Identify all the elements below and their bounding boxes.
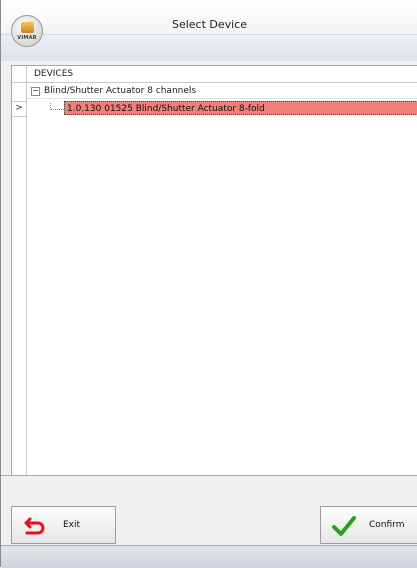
row-header-column bbox=[12, 66, 27, 475]
column-header-devices[interactable]: DEVICES bbox=[27, 66, 417, 83]
tree-item-row[interactable]: 1.0.130 01525 Blind/Shutter Actuator 8-f… bbox=[27, 101, 417, 115]
selected-device-item[interactable]: 1.0.130 01525 Blind/Shutter Actuator 8-f… bbox=[64, 101, 417, 115]
undo-arrow-icon bbox=[24, 517, 45, 535]
checkmark-icon bbox=[332, 516, 356, 536]
select-device-window: Select Device VIMAR DEVICES − Blind/Shut… bbox=[0, 0, 417, 568]
logo-text: VIMAR bbox=[17, 35, 37, 41]
logo-badge bbox=[21, 22, 34, 33]
confirm-button[interactable]: Confirm bbox=[320, 506, 417, 544]
collapse-icon[interactable]: − bbox=[31, 87, 40, 96]
bottom-button-bar: Exit Confirm bbox=[1, 475, 417, 546]
current-row-indicator-icon: > bbox=[12, 101, 26, 117]
exit-button-label: Exit bbox=[63, 520, 81, 530]
window-title: Select Device bbox=[171, 18, 248, 31]
header-corner-cell bbox=[12, 66, 26, 83]
vimar-logo-icon: VIMAR bbox=[11, 15, 43, 47]
toolbar-strip bbox=[1, 34, 417, 61]
title-bar: Select Device bbox=[1, 0, 417, 34]
tree-group-label: Blind/Shutter Actuator 8 channels bbox=[44, 86, 197, 96]
confirm-button-label: Confirm bbox=[369, 520, 405, 530]
tree-group-row[interactable]: − Blind/Shutter Actuator 8 channels bbox=[27, 84, 417, 99]
exit-button[interactable]: Exit bbox=[11, 506, 116, 544]
status-bar bbox=[1, 545, 417, 568]
device-tree[interactable]: DEVICES − Blind/Shutter Actuator 8 chann… bbox=[11, 65, 417, 475]
